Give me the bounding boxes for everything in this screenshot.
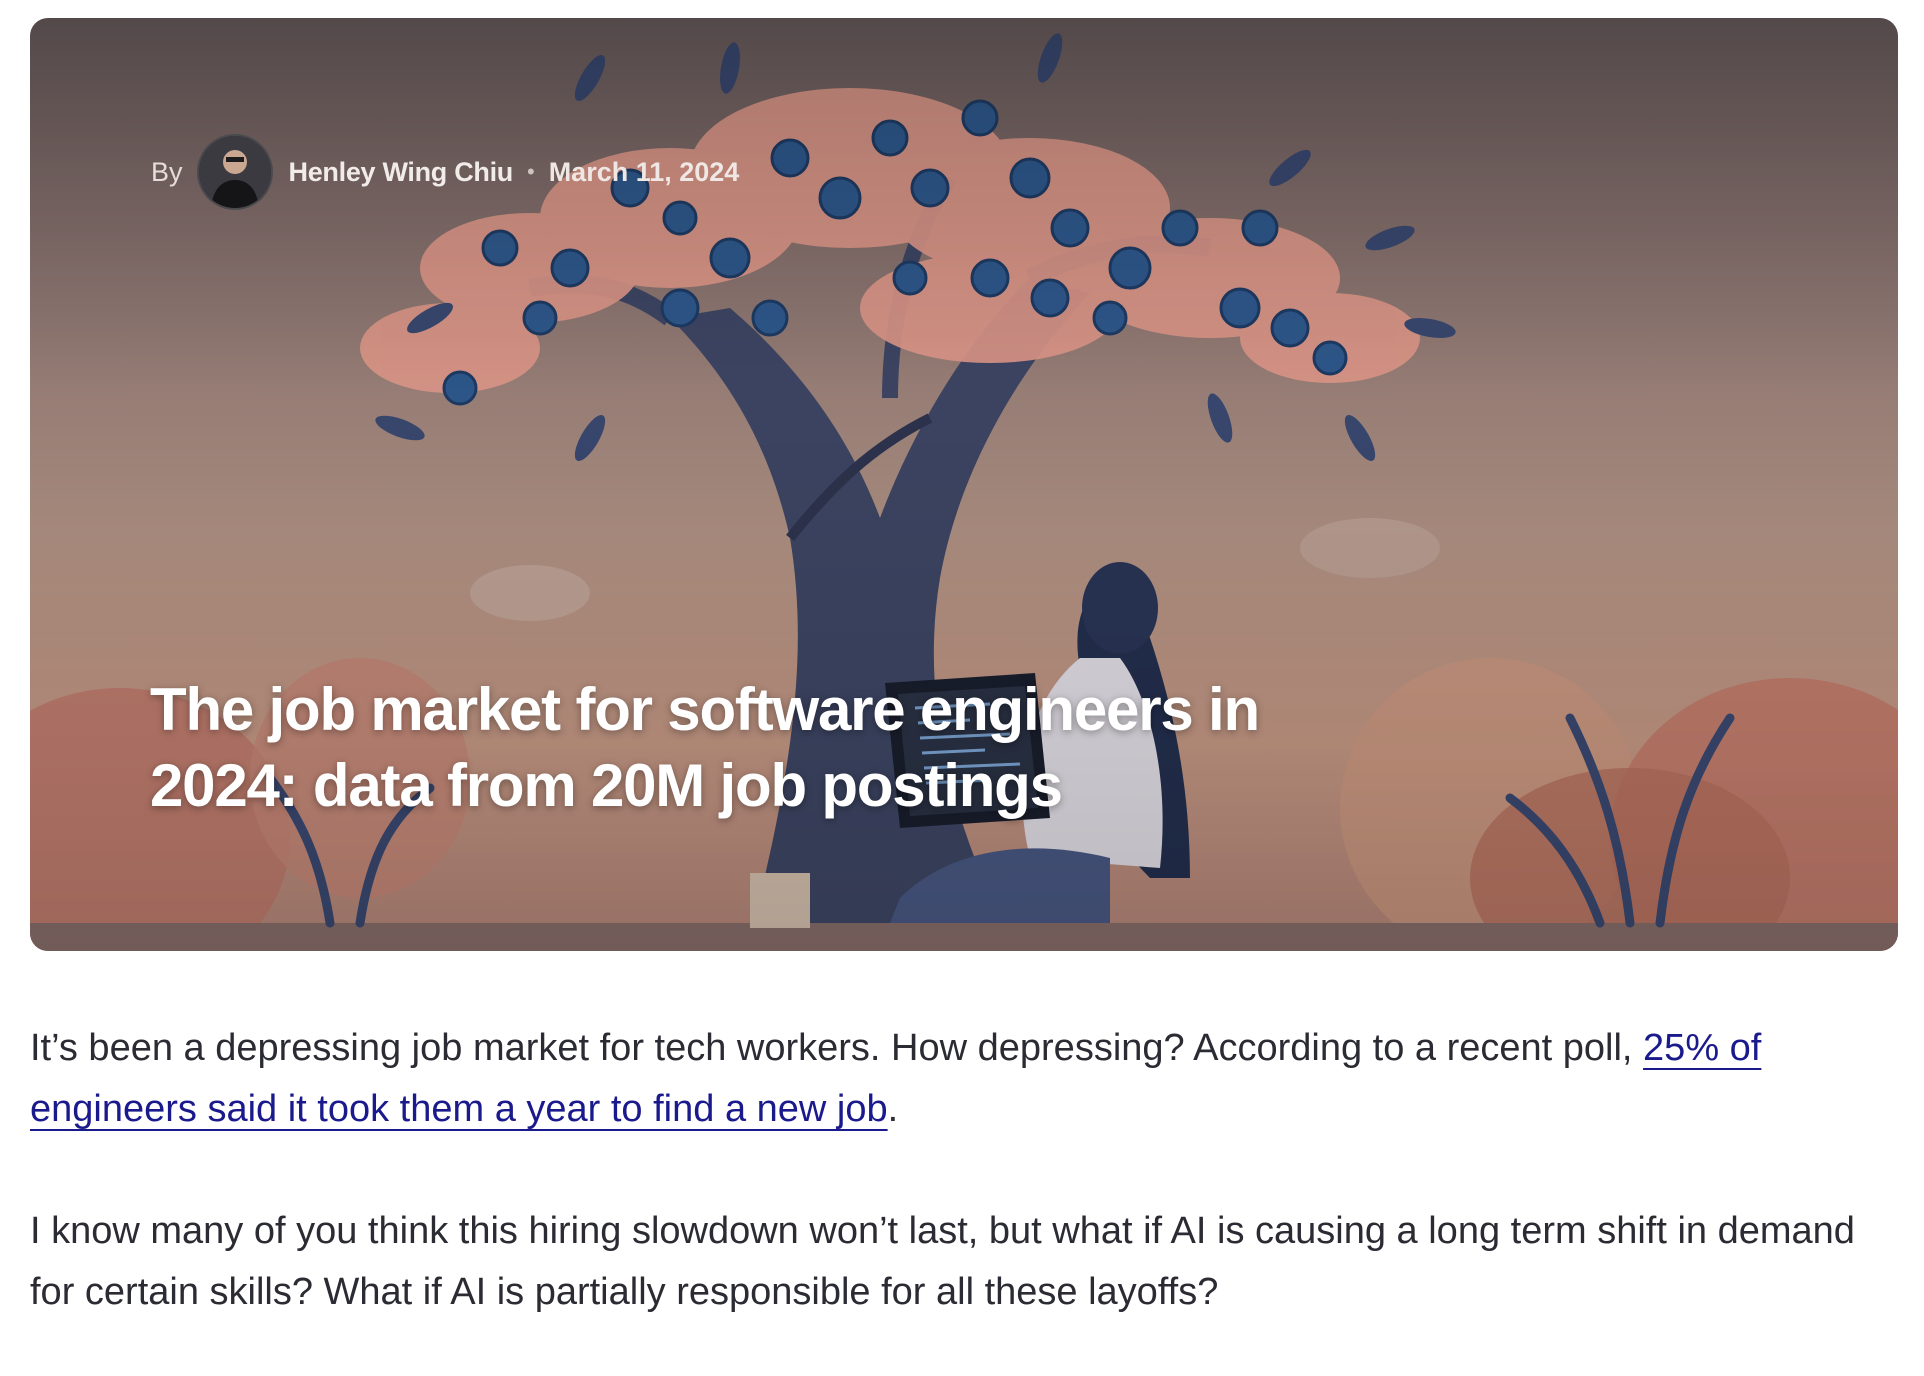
byline-separator: • <box>526 159 535 184</box>
byline: By Henley Wing Chiu • March 11, 2024 <box>151 134 740 210</box>
paragraph-2: I know many of you think this hiring slo… <box>30 1210 1855 1313</box>
byline-prefix: By <box>151 156 183 187</box>
article-body: It’s been a depressing job market for te… <box>30 1018 1898 1323</box>
author-name-link[interactable]: Henley Wing Chiu <box>289 157 514 188</box>
publish-date: March 11, 2024 <box>548 156 740 187</box>
avatar-icon <box>198 136 271 208</box>
paragraph-1: It’s been a depressing job market for te… <box>30 1018 1898 1140</box>
hero-banner: By Henley Wing Chiu • March 11, 2024 The… <box>30 18 1898 951</box>
author-avatar[interactable] <box>196 134 273 210</box>
paragraph-1-text: It’s been a depressing job market for te… <box>30 1027 1644 1069</box>
article-title: The job market for software engineers in… <box>150 676 1260 819</box>
paragraph-1-end: . <box>887 1088 899 1130</box>
